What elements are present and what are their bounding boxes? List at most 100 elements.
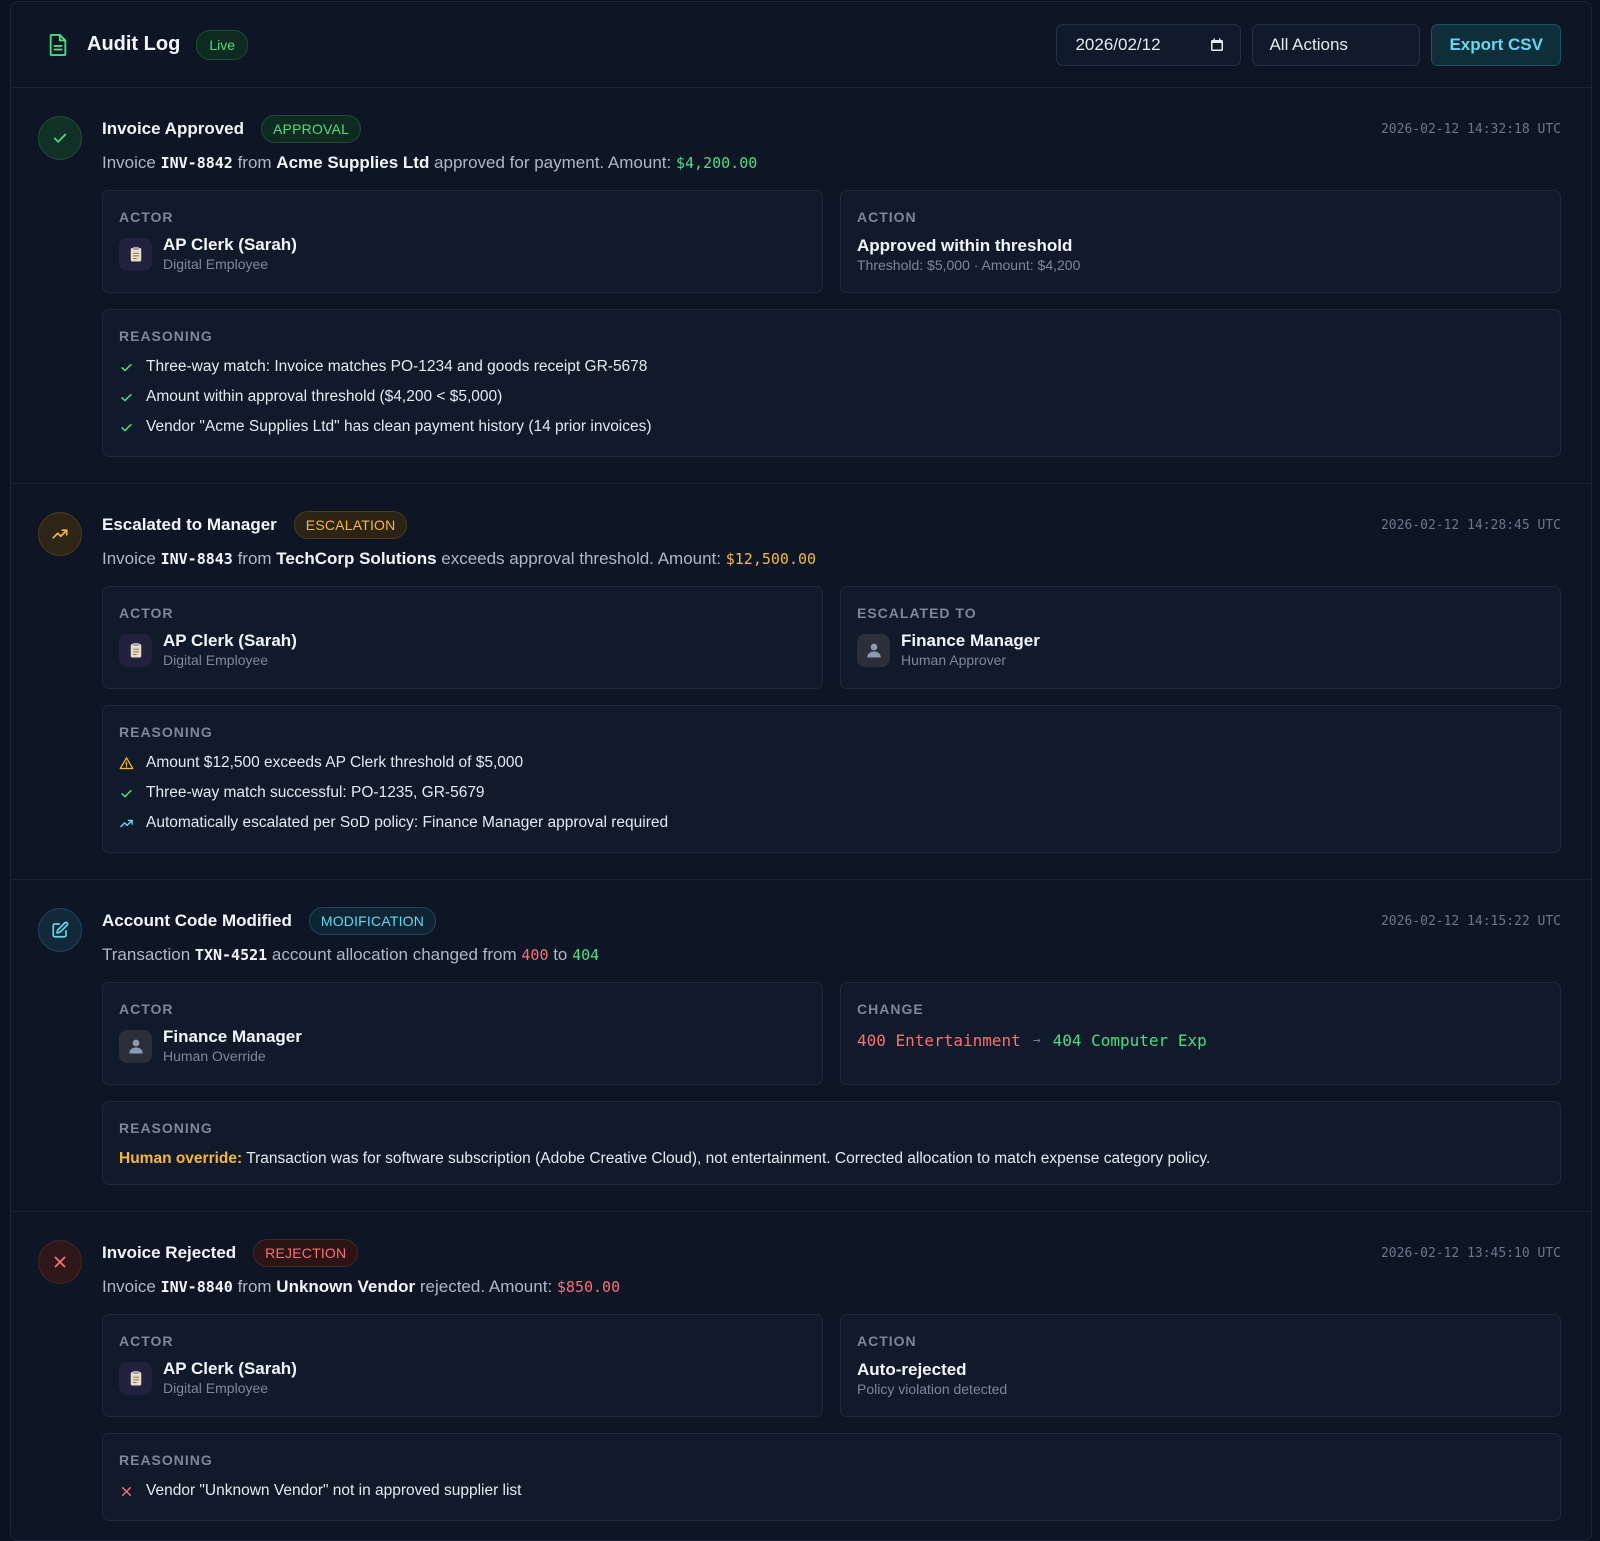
avatar <box>119 237 152 271</box>
actor-card: ACTOR AP Clerk (Sarah) Digital Employee <box>102 190 823 293</box>
rejection-badge: REJECTION <box>253 1239 359 1267</box>
modification-status-icon <box>38 908 82 952</box>
reason-item: Three-way match successful: PO-1235, GR-… <box>119 778 1544 808</box>
from-account: 400 <box>521 946 549 964</box>
x-icon <box>119 1484 134 1499</box>
avatar <box>119 1029 152 1063</box>
invoice-id[interactable]: INV-8843 <box>161 550 233 568</box>
escalated-to-card: ESCALATED TO Finance Manager Human Appro… <box>840 586 1561 689</box>
entry-description: Invoice INV-8843 from TechCorp Solutions… <box>102 549 817 568</box>
audit-log-header: Audit Log Live 2026/02/12 All Actions Ex… <box>11 2 1591 88</box>
action-card: ACTION Approved within threshold Thresho… <box>840 190 1561 293</box>
reasoning-label: REASONING <box>119 328 213 344</box>
reason-item: Vendor "Acme Supplies Ltd" has clean pay… <box>119 412 1544 442</box>
escalation-badge: ESCALATION <box>293 511 408 539</box>
actor-role: Human Override <box>163 1048 266 1064</box>
action-filter-select[interactable]: All Actions <box>1252 23 1421 66</box>
action-detail: Policy violation detected <box>857 1381 1008 1397</box>
warning-icon <box>119 756 134 771</box>
document-icon <box>49 33 67 56</box>
audit-entry-approval: Invoice Approved APPROVAL 2026-02-12 14:… <box>11 88 1591 484</box>
vendor-name: TechCorp Solutions <box>276 549 437 568</box>
change-from: 400 Entertainment <box>857 1031 1021 1050</box>
check-icon <box>51 129 69 147</box>
entry-timestamp: 2026-02-12 13:45:10 UTC <box>1380 1245 1561 1261</box>
person-icon <box>127 1037 145 1055</box>
action-label: ACTION <box>857 209 917 225</box>
entry-title: Invoice Approved <box>102 119 245 138</box>
entry-timestamp: 2026-02-12 14:15:22 UTC <box>1380 913 1561 929</box>
arrow-right-icon: → <box>1032 1033 1041 1048</box>
reasoning-card: REASONING Vendor "Unknown Vendor" not in… <box>102 1433 1561 1521</box>
invoice-id[interactable]: INV-8842 <box>161 154 233 172</box>
entry-description: Invoice INV-8842 from Acme Supplies Ltd … <box>102 153 758 172</box>
approver-role: Human Approver <box>901 652 1007 668</box>
transaction-id[interactable]: TXN-4521 <box>195 946 267 964</box>
actor-card: ACTOR Finance Manager Human Override <box>102 982 823 1085</box>
to-account: 404 <box>572 946 600 964</box>
date-filter-value: 2026/02/12 <box>1075 34 1161 54</box>
reason-item: Amount within approval threshold ($4,200… <box>119 382 1544 412</box>
clipboard-icon <box>127 245 145 263</box>
check-icon <box>119 420 134 435</box>
reasoning-card: REASONING Three-way match: Invoice match… <box>102 309 1561 457</box>
actor-name: AP Clerk (Sarah) <box>163 631 297 650</box>
check-icon <box>119 390 134 405</box>
audit-log-panel: Audit Log Live 2026/02/12 All Actions Ex… <box>10 1 1592 1541</box>
reasoning-text: Human override: Transaction was for soft… <box>119 1150 1211 1167</box>
actor-name: AP Clerk (Sarah) <box>163 235 297 254</box>
export-csv-button[interactable]: Export CSV <box>1431 23 1561 66</box>
action-detail: Threshold: $5,000 · Amount: $4,200 <box>857 257 1081 273</box>
actor-card: ACTOR AP Clerk (Sarah) Digital Employee <box>102 586 823 689</box>
actor-role: Digital Employee <box>163 1380 269 1396</box>
reasoning-label: REASONING <box>119 1452 213 1468</box>
vendor-name: Acme Supplies Ltd <box>276 153 430 172</box>
approver-name: Finance Manager <box>901 631 1040 650</box>
audit-entry-rejection: Invoice Rejected REJECTION 2026-02-12 13… <box>11 1212 1591 1540</box>
calendar-icon[interactable] <box>1210 38 1224 52</box>
entry-timestamp: 2026-02-12 14:28:45 UTC <box>1380 517 1561 533</box>
reasoning-card: REASONING Human override: Transaction wa… <box>102 1101 1561 1185</box>
reason-item: Amount $12,500 exceeds AP Clerk threshol… <box>119 748 1544 778</box>
amount-value: $4,200.00 <box>675 154 758 172</box>
page-title: Audit Log <box>87 33 181 55</box>
actor-role: Digital Employee <box>163 256 269 272</box>
action-title: Approved within threshold <box>857 236 1073 255</box>
entry-title: Account Code Modified <box>102 911 292 930</box>
actor-label: ACTOR <box>119 1333 174 1349</box>
actor-label: ACTOR <box>119 605 174 621</box>
date-filter-input[interactable]: 2026/02/12 <box>1056 23 1242 66</box>
approval-status-icon <box>38 116 82 160</box>
change-label: CHANGE <box>857 1001 924 1017</box>
check-icon <box>119 786 134 801</box>
actor-label: ACTOR <box>119 1001 174 1017</box>
trending-up-icon <box>51 525 69 543</box>
actor-name: AP Clerk (Sarah) <box>163 1359 297 1378</box>
change-to: 404 Computer Exp <box>1052 1031 1207 1050</box>
entry-timestamp: 2026-02-12 14:32:18 UTC <box>1380 121 1561 137</box>
vendor-name: Unknown Vendor <box>276 1277 416 1296</box>
entry-description: Invoice INV-8840 from Unknown Vendor rej… <box>102 1277 621 1296</box>
amount-value: $12,500.00 <box>725 550 817 568</box>
entry-title: Escalated to Manager <box>102 515 277 534</box>
entry-description: Transaction TXN-4521 account allocation … <box>102 945 600 964</box>
avatar <box>857 633 890 667</box>
invoice-id[interactable]: INV-8840 <box>161 1278 233 1296</box>
reason-item: Vendor "Unknown Vendor" not in approved … <box>119 1476 1544 1506</box>
reason-item: Automatically escalated per SoD policy: … <box>119 808 1544 838</box>
actor-role: Digital Employee <box>163 652 269 668</box>
check-icon <box>119 360 134 375</box>
rejection-status-icon <box>38 1240 82 1284</box>
edit-icon <box>51 921 69 939</box>
escalation-status-icon <box>38 512 82 556</box>
change-card: CHANGE 400 Entertainment → 404 Computer … <box>840 982 1561 1085</box>
x-icon <box>51 1253 69 1271</box>
action-label: ACTION <box>857 1333 917 1349</box>
reasoning-card: REASONING Amount $12,500 exceeds AP Cler… <box>102 705 1561 853</box>
person-icon <box>865 641 883 659</box>
approval-badge: APPROVAL <box>261 115 362 143</box>
actor-name: Finance Manager <box>163 1027 302 1046</box>
audit-entry-escalation: Escalated to Manager ESCALATION 2026-02-… <box>11 484 1591 880</box>
action-card: ACTION Auto-rejected Policy violation de… <box>840 1314 1561 1417</box>
avatar <box>119 1361 152 1395</box>
